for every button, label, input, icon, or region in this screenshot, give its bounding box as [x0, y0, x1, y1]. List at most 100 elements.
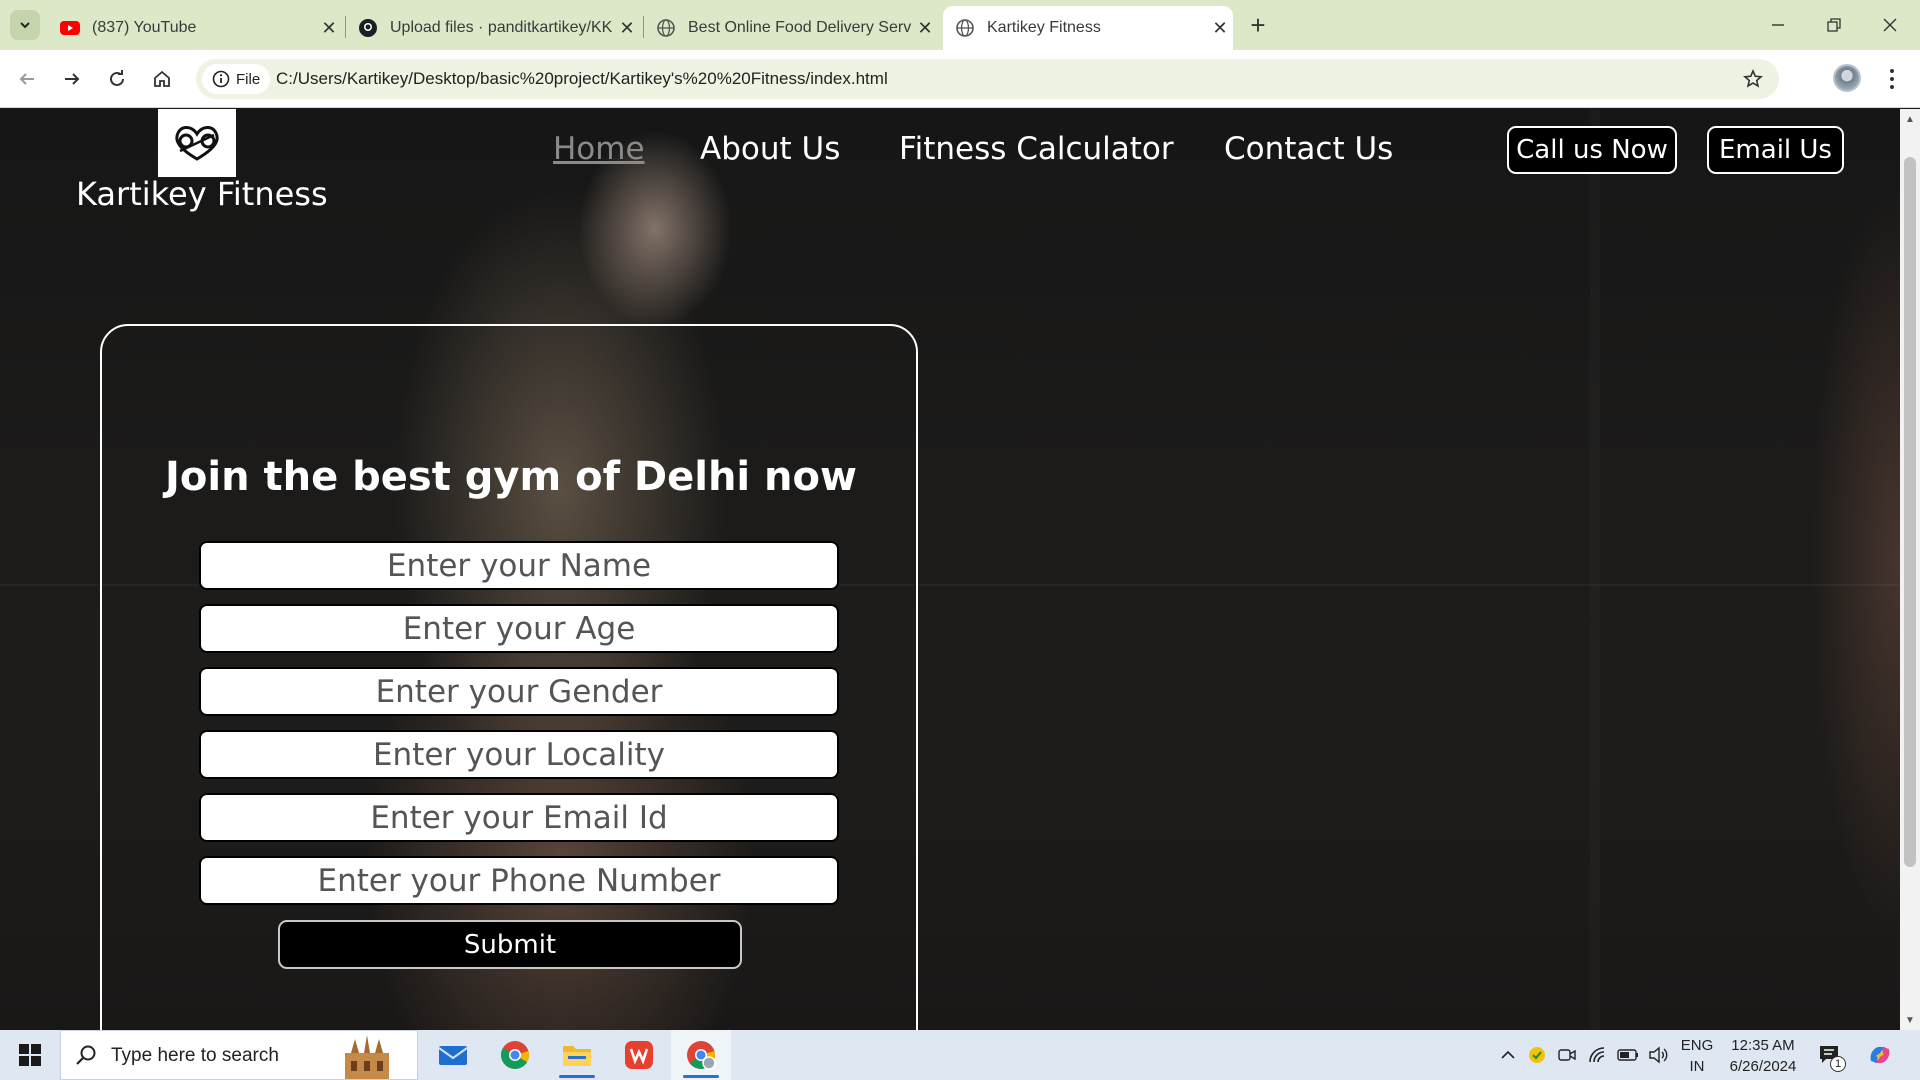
search-icon — [76, 1045, 96, 1065]
nav-contact-link[interactable]: Contact Us — [1224, 131, 1393, 167]
chevron-up-icon — [1501, 1050, 1515, 1059]
close-tab-icon[interactable]: ✕ — [316, 15, 342, 41]
tab-title: (837) YouTube — [92, 19, 197, 36]
site-logo[interactable] — [158, 109, 236, 177]
minimize-icon — [1772, 24, 1784, 26]
wps-office-icon — [625, 1041, 653, 1069]
phone-input[interactable] — [199, 856, 839, 905]
url-text[interactable]: C:/Users/Kartikey/Desktop/basic%20projec… — [276, 69, 888, 89]
camera-icon — [1558, 1049, 1576, 1061]
join-form-card: Join the best gym of Delhi now Submit — [100, 324, 918, 1030]
forward-button[interactable] — [57, 64, 87, 94]
windows-taskbar: Type here to search ENG IN 12:35 AM 6/26… — [0, 1030, 1920, 1080]
locality-input[interactable] — [199, 730, 839, 779]
browser-tab-bar: (837) YouTube ✕ Upload files · panditkar… — [0, 0, 1920, 50]
back-button[interactable] — [12, 64, 42, 94]
site-info-label: File — [236, 70, 261, 88]
windows-logo-icon — [19, 1044, 41, 1066]
info-icon — [212, 70, 230, 88]
clock-time: 12:35 AM — [1731, 1037, 1795, 1054]
taskbar-file-explorer-app[interactable] — [547, 1030, 607, 1080]
wifi-icon — [1589, 1047, 1605, 1063]
nav-home-link[interactable]: Home — [553, 131, 645, 167]
speaker-icon — [1649, 1046, 1668, 1064]
tray-battery-icon[interactable] — [1616, 1030, 1640, 1080]
tab-search-button[interactable] — [10, 10, 40, 40]
youtube-icon — [60, 18, 80, 38]
reload-button[interactable] — [102, 64, 132, 94]
site-info-chip[interactable]: File — [202, 64, 271, 94]
taskbar-chrome-app[interactable] — [485, 1030, 545, 1080]
browser-menu-button[interactable] — [1882, 64, 1902, 94]
form-heading: Join the best gym of Delhi now — [165, 454, 857, 500]
tray-volume-icon[interactable] — [1646, 1030, 1670, 1080]
tab-github[interactable]: Upload files · panditkartikey/KK ✕ — [350, 6, 640, 50]
close-icon — [1883, 18, 1897, 32]
reload-icon — [110, 70, 124, 86]
notification-center-button[interactable]: 1 — [1815, 1030, 1846, 1080]
mail-icon — [438, 1046, 468, 1065]
taskbar-clock[interactable]: 12:35 AM 6/26/2024 — [1718, 1035, 1808, 1077]
restore-icon — [1827, 18, 1841, 32]
tray-network-icon[interactable] — [1586, 1030, 1610, 1080]
copilot-icon — [1870, 1046, 1890, 1064]
tab-food-delivery[interactable]: Best Online Food Delivery Servi ✕ — [648, 6, 938, 50]
omnibox[interactable]: File C:/Users/Kartikey/Desktop/basic%20p… — [196, 59, 1779, 99]
name-input[interactable] — [199, 541, 839, 590]
show-hidden-icons-button[interactable] — [1496, 1030, 1520, 1080]
nav-about-link[interactable]: About Us — [700, 131, 840, 167]
nav-fitness-calculator-link[interactable]: Fitness Calculator — [899, 131, 1174, 167]
start-button[interactable] — [0, 1030, 60, 1080]
scroll-up-arrow-icon[interactable]: ▲ — [1905, 115, 1915, 125]
gender-input[interactable] — [199, 667, 839, 716]
arrow-right-icon — [65, 73, 80, 85]
restore-button[interactable] — [1806, 0, 1862, 50]
chrome-icon — [501, 1041, 530, 1069]
tab-youtube[interactable]: (837) YouTube ✕ — [52, 6, 342, 50]
copilot-button[interactable] — [1862, 1030, 1898, 1080]
call-us-now-button[interactable]: Call us Now — [1507, 126, 1677, 174]
fitness-heart-logo-icon — [175, 126, 219, 161]
close-tab-icon[interactable]: ✕ — [614, 15, 640, 41]
tab-divider — [643, 16, 644, 38]
tab-kartikey-fitness[interactable]: Kartikey Fitness ✕ — [943, 6, 1233, 50]
input-language-indicator[interactable]: ENG IN — [1680, 1035, 1714, 1077]
taskbar-search-box[interactable]: Type here to search — [60, 1030, 418, 1080]
bookmark-star-icon[interactable] — [1741, 67, 1765, 91]
email-input[interactable] — [199, 793, 839, 842]
tray-app-icon[interactable] — [1525, 1030, 1549, 1080]
submit-button[interactable]: Submit — [278, 920, 742, 969]
age-input[interactable] — [199, 604, 839, 653]
tray-meet-icon[interactable] — [1555, 1030, 1579, 1080]
fitness-website: Kartikey Fitness Home About Us Fitness C… — [0, 109, 1900, 1030]
scrollbar-thumb[interactable] — [1904, 157, 1916, 867]
minimize-button[interactable] — [1750, 0, 1806, 50]
shield-badge-icon — [1529, 1047, 1545, 1063]
search-highlight-illustration-icon — [345, 1035, 389, 1079]
taskbar-wps-office-app[interactable] — [609, 1030, 669, 1080]
taskbar-mail-app[interactable] — [423, 1030, 483, 1080]
profile-avatar[interactable] — [1833, 64, 1861, 92]
app-running-indicator — [683, 1075, 719, 1078]
page-viewport: Kartikey Fitness Home About Us Fitness C… — [0, 109, 1920, 1030]
close-tab-icon[interactable]: ✕ — [1207, 15, 1233, 41]
tab-title: Upload files · panditkartikey/KK — [390, 19, 613, 36]
taskbar-chrome-profile-app[interactable] — [671, 1030, 731, 1080]
globe-icon — [955, 18, 975, 38]
globe-icon — [656, 18, 676, 38]
page-scrollbar[interactable]: ▲ ▼ — [1900, 109, 1920, 1030]
home-button[interactable] — [147, 64, 177, 94]
app-running-indicator — [559, 1075, 595, 1078]
arrow-left-icon — [19, 73, 34, 85]
new-tab-button[interactable]: + — [1243, 10, 1273, 40]
close-window-button[interactable] — [1862, 0, 1918, 50]
tab-divider — [345, 16, 346, 38]
notification-count-badge: 1 — [1830, 1056, 1846, 1072]
battery-icon — [1617, 1049, 1638, 1061]
language-code: ENG — [1680, 1037, 1714, 1054]
folder-icon — [563, 1046, 591, 1066]
scroll-down-arrow-icon[interactable]: ▼ — [1905, 1016, 1915, 1026]
close-tab-icon[interactable]: ✕ — [912, 15, 938, 41]
search-placeholder: Type here to search — [111, 1045, 279, 1066]
email-us-button[interactable]: Email Us — [1707, 126, 1844, 174]
